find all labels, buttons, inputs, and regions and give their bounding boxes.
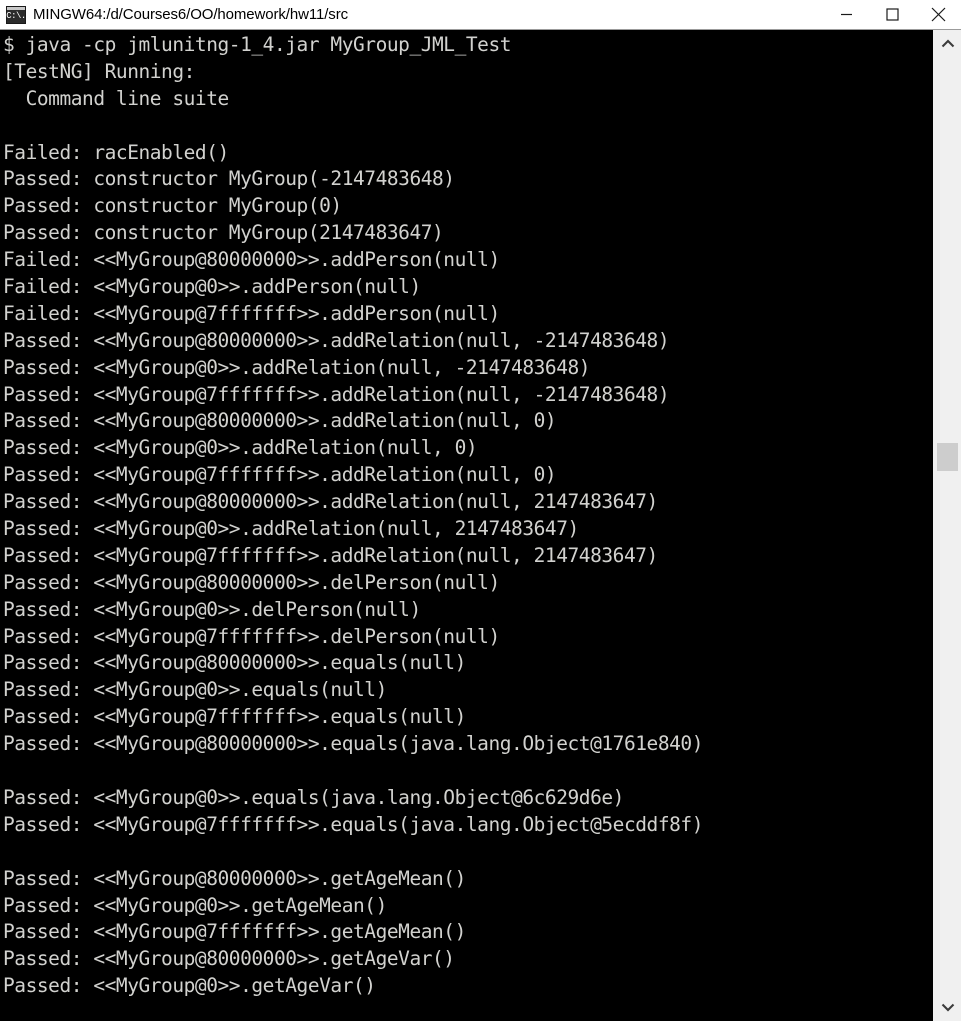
console-line: Passed: constructor MyGroup(0) [3, 194, 342, 218]
console-line: Passed: <<MyGroup@80000000>>.addRelation… [3, 490, 658, 514]
cmd-prompt-icon: C:\. [6, 5, 26, 24]
scrollbar-up-button[interactable] [934, 30, 961, 58]
console-line: Passed: <<MyGroup@0>>.equals(null) [3, 678, 387, 702]
console-line: Passed: <<MyGroup@7fffffff>>.equals(java… [3, 812, 703, 836]
console-line: Failed: racEnabled() [3, 140, 229, 164]
scrollbar-thumb[interactable] [937, 443, 958, 471]
console-area: $ java -cp jmlunitng-1_4.jar MyGroup_JML… [0, 30, 961, 1021]
console-line: Passed: <<MyGroup@0>>.getAgeVar() [3, 974, 376, 998]
console-line: Passed: constructor MyGroup(2147483647) [3, 221, 444, 245]
minimize-button[interactable] [823, 0, 869, 29]
cmd-prompt-icon-glyph: C:\. [6, 10, 26, 21]
console-line: Passed: <<MyGroup@7fffffff>>.addRelation… [3, 463, 557, 487]
scrollbar-down-button[interactable] [934, 993, 961, 1021]
maximize-button[interactable] [869, 0, 915, 29]
close-button[interactable] [915, 0, 961, 29]
console-line: Failed: <<MyGroup@7fffffff>>.addPerson(n… [3, 301, 500, 325]
console-line: Passed: <<MyGroup@80000000>>.equals(java… [3, 732, 703, 756]
minimize-icon [840, 13, 852, 16]
console-line: Passed: <<MyGroup@0>>.equals(java.lang.O… [3, 785, 624, 809]
close-icon [931, 7, 945, 22]
console-line: Passed: <<MyGroup@80000000>>.getAgeVar() [3, 947, 455, 971]
console-line: Passed: <<MyGroup@0>>.delPerson(null) [3, 597, 421, 621]
console-output[interactable]: $ java -cp jmlunitng-1_4.jar MyGroup_JML… [0, 30, 933, 1021]
console-line: Passed: <<MyGroup@0>>.getAgeMean() [3, 893, 387, 917]
console-line: $ java -cp jmlunitng-1_4.jar MyGroup_JML… [3, 33, 512, 56]
chevron-down-icon [941, 1003, 955, 1012]
console-line: Passed: constructor MyGroup(-2147483648) [3, 167, 455, 191]
console-line: Passed: <<MyGroup@80000000>>.getAgeMean(… [3, 866, 466, 890]
window-titlebar[interactable]: C:\. MINGW64:/d/Courses6/OO/homework/hw1… [0, 0, 961, 30]
terminal-window: C:\. MINGW64:/d/Courses6/OO/homework/hw1… [0, 0, 961, 1021]
console-line: Command line suite [3, 86, 230, 110]
console-line: Passed: <<MyGroup@80000000>>.addRelation… [3, 409, 557, 433]
console-line: Passed: <<MyGroup@7fffffff>>.addRelation… [3, 543, 658, 567]
console-line: Passed: <<MyGroup@80000000>>.delPerson(n… [3, 570, 500, 594]
console-line: [TestNG] Running: [3, 59, 195, 83]
window-title: MINGW64:/d/Courses6/OO/homework/hw11/src [33, 6, 348, 23]
console-text-block: $ java -cp jmlunitng-1_4.jar MyGroup_JML… [0, 30, 933, 1000]
console-line: Failed: <<MyGroup@80000000>>.addPerson(n… [3, 248, 500, 272]
console-line: Passed: <<MyGroup@0>>.addRelation(null, … [3, 355, 591, 379]
vertical-scrollbar[interactable] [933, 30, 961, 1021]
console-line: Passed: <<MyGroup@80000000>>.addRelation… [3, 328, 670, 352]
console-line: Passed: <<MyGroup@80000000>>.equals(null… [3, 651, 466, 675]
console-line: Passed: <<MyGroup@7fffffff>>.addRelation… [3, 382, 670, 406]
console-line: Failed: <<MyGroup@0>>.addPerson(null) [3, 275, 421, 299]
console-line: Passed: <<MyGroup@7fffffff>>.equals(null… [3, 705, 466, 729]
console-line: Passed: <<MyGroup@7fffffff>>.delPerson(n… [3, 624, 500, 648]
maximize-icon [885, 8, 899, 21]
console-line: Passed: <<MyGroup@7fffffff>>.getAgeMean(… [3, 920, 466, 944]
console-line: Passed: <<MyGroup@0>>.addRelation(null, … [3, 436, 478, 460]
console-line: Passed: <<MyGroup@0>>.addRelation(null, … [3, 517, 579, 541]
chevron-up-icon [941, 39, 955, 48]
scrollbar-track[interactable] [934, 58, 961, 993]
